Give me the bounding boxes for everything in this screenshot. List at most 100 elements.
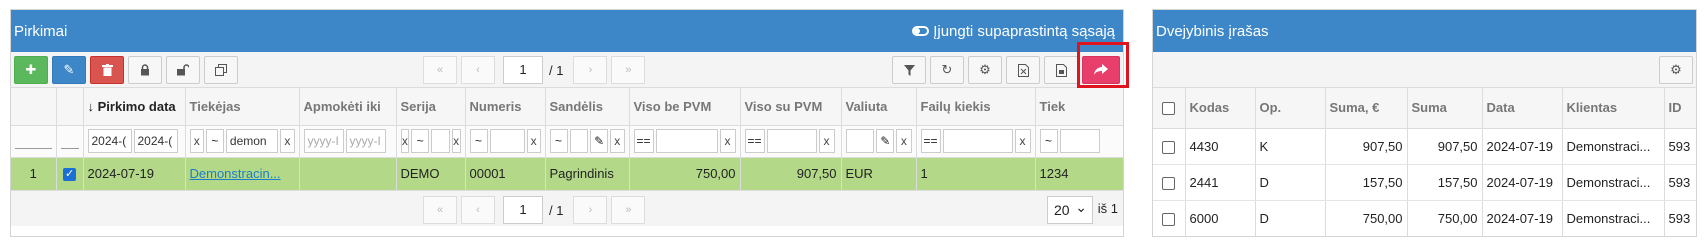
lock-button[interactable] <box>128 55 162 84</box>
series-clear-button[interactable]: x <box>451 129 461 153</box>
net-clear-button[interactable]: x <box>719 129 736 153</box>
copy-button[interactable] <box>204 55 238 84</box>
supplier-op[interactable]: ~ <box>205 129 224 153</box>
currency-clear-button[interactable]: x <box>896 129 912 153</box>
unlock-icon <box>177 63 189 75</box>
plus-icon: ✚ <box>25 61 37 77</box>
cell-date: 2024-07-19 <box>1482 200 1563 236</box>
edit-button[interactable]: ✎ <box>52 55 86 84</box>
filter-icon <box>903 64 915 76</box>
supplier-link[interactable]: Demonstracin... <box>190 166 281 181</box>
filter-button[interactable] <box>892 56 926 84</box>
date-to-filter[interactable]: 2024-( <box>133 129 178 153</box>
simplified-ui-toggle[interactable]: Įjungti supaprastintą sąsają <box>912 23 1115 40</box>
col-last-header[interactable]: Tiek <box>1035 88 1123 126</box>
warehouse-clear-button[interactable]: x <box>610 129 625 153</box>
col-code-header[interactable]: Kodas <box>1185 88 1256 129</box>
date-from-filter[interactable]: 2024-( <box>87 129 132 153</box>
page-total: / 1 <box>549 202 564 218</box>
gross-op[interactable]: == <box>744 129 765 153</box>
page-input[interactable]: 1 <box>503 196 543 224</box>
page-input[interactable]: 1 <box>503 56 543 84</box>
settings-button[interactable]: ⚙ <box>968 56 1002 84</box>
files-op[interactable]: == <box>920 129 941 153</box>
double-entry-panel: Dvejybinis įrašas ⚙ Kodas Op. Suma, € Su… <box>1152 9 1697 237</box>
delete-button[interactable] <box>90 55 124 84</box>
series-filter[interactable] <box>431 129 450 153</box>
col-sum-header[interactable]: Suma <box>1407 88 1483 129</box>
col-files-header[interactable]: Failų kiekis <box>916 88 1036 126</box>
row-checkbox[interactable] <box>63 167 76 182</box>
settings-button[interactable]: ⚙ <box>1659 56 1693 84</box>
table-row[interactable]: 6000 D 750,00 750,00 2024-07-19 Demonstr… <box>1153 200 1696 236</box>
col-net-header[interactable]: Viso be PVM <box>629 88 741 126</box>
page-size-select[interactable]: 20 <box>1047 194 1093 224</box>
col-client-header[interactable]: Klientas <box>1562 88 1665 129</box>
col-warehouse-header[interactable]: Sandėlis <box>545 88 630 126</box>
files-clear-button[interactable]: x <box>1014 129 1031 153</box>
col-supplier-header[interactable]: Tiekėjas <box>185 88 300 126</box>
row-checkbox[interactable] <box>1162 212 1176 226</box>
table-row[interactable]: 4430 K 907,50 907,50 2024-07-19 Demonstr… <box>1153 128 1696 165</box>
excel-export-button[interactable] <box>1006 56 1040 84</box>
col-series-header[interactable]: Serija <box>396 88 466 126</box>
files-filter[interactable] <box>942 129 1013 153</box>
cell-gross: 907,50 <box>740 157 842 190</box>
due-from-filter[interactable]: yyyy-I <box>303 129 344 153</box>
table-row[interactable]: 2441 D 157,50 157,50 2024-07-19 Demonstr… <box>1153 164 1696 201</box>
warehouse-op[interactable]: ~ <box>549 129 568 153</box>
col-date-header[interactable]: Data <box>1482 88 1563 129</box>
warehouse-picker-button[interactable]: ✎ <box>590 129 609 153</box>
warehouse-filter[interactable] <box>569 129 589 153</box>
refresh-button[interactable]: ↻ <box>930 56 964 84</box>
col-id-header[interactable]: ID <box>1664 88 1696 129</box>
gross-filter[interactable] <box>766 129 817 153</box>
cell-last: 1234 <box>1035 157 1123 190</box>
row-checkbox[interactable] <box>1162 140 1176 154</box>
cell-sum-eur: 750,00 <box>1325 200 1408 236</box>
excel-export-icon <box>1017 63 1029 77</box>
last-filter[interactable] <box>1059 129 1100 153</box>
col-currency-header[interactable]: Valiuta <box>841 88 917 126</box>
prev-page-button[interactable]: ‹ <box>461 196 495 224</box>
gross-clear-button[interactable]: x <box>818 129 835 153</box>
last-page-button[interactable]: » <box>611 56 646 84</box>
unlock-button[interactable] <box>166 55 200 84</box>
number-op[interactable]: ~ <box>469 129 488 153</box>
last-page-button[interactable]: » <box>611 196 646 224</box>
row-checkbox[interactable] <box>1162 176 1176 190</box>
pdf-export-button[interactable] <box>1044 56 1078 84</box>
net-filter[interactable] <box>655 129 718 153</box>
col-sum-eur-header[interactable]: Suma, € <box>1325 88 1408 129</box>
supplier-filter[interactable]: demon <box>225 129 279 153</box>
col-purchase-date-header[interactable]: ↓ Pirkimo data <box>83 88 186 126</box>
sort-desc-icon: ↓ <box>87 98 95 114</box>
col-number-header[interactable]: Numeris <box>465 88 546 126</box>
due-to-filter[interactable]: yyyy-I <box>345 129 386 153</box>
last-op[interactable]: ~ <box>1039 129 1058 153</box>
currency-filter[interactable] <box>845 129 875 153</box>
first-page-button[interactable]: « <box>423 56 457 84</box>
supplier-clear-button[interactable]: x <box>280 129 295 153</box>
series-op[interactable]: ~ <box>411 129 430 153</box>
number-clear-button[interactable]: x <box>526 129 541 153</box>
col-gross-header[interactable]: Viso su PVM <box>740 88 842 126</box>
prev-page-button[interactable]: ‹ <box>461 56 495 84</box>
table-row[interactable]: 1 2024-07-19 Demonstracin... DEMO 00001 … <box>11 157 1123 190</box>
first-page-button[interactable]: « <box>423 196 457 224</box>
add-button[interactable]: ✚ <box>14 55 48 84</box>
cell-id: 593 <box>1664 164 1696 201</box>
currency-picker-button[interactable]: ✎ <box>876 129 895 153</box>
cell-sum: 750,00 <box>1407 200 1483 236</box>
col-select-header <box>56 88 84 126</box>
col-due-header[interactable]: Apmokėti iki <box>299 88 397 126</box>
cell-client: Demonstraci... <box>1562 128 1665 165</box>
number-filter[interactable] <box>489 129 525 153</box>
col-op-header[interactable]: Op. <box>1255 88 1326 129</box>
net-op[interactable]: == <box>633 129 654 153</box>
next-page-button[interactable]: › <box>573 56 608 84</box>
due-clear-button[interactable]: x <box>400 129 410 153</box>
date-clear-button[interactable]: x <box>189 129 204 153</box>
next-page-button[interactable]: › <box>573 196 608 224</box>
select-all-checkbox[interactable] <box>1162 102 1176 116</box>
